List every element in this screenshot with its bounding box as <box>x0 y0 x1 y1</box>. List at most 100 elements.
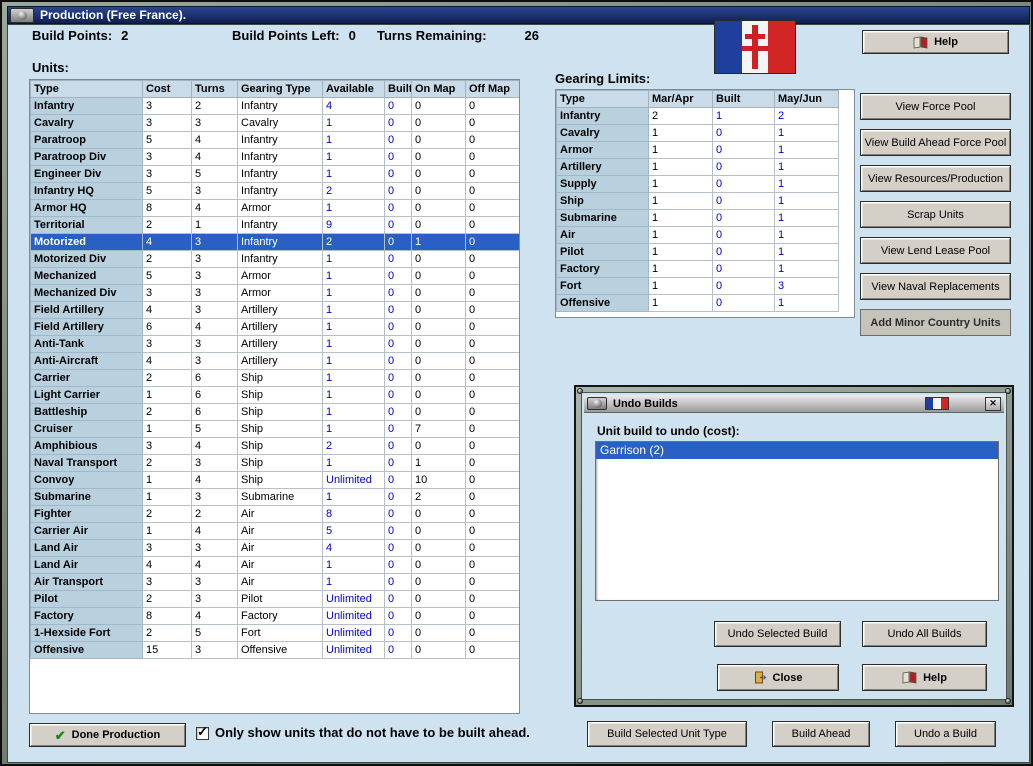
close-door-icon <box>754 671 767 684</box>
gearing-row-submarine[interactable]: Submarine 1 0 1 <box>556 209 839 227</box>
units-cell: 2 <box>191 97 238 115</box>
undo-window-title: Undo Builds <box>613 397 678 410</box>
units-row-infantry-hq[interactable]: Infantry HQ 5 3 Infantry 2 0 0 0 <box>30 182 519 200</box>
units-cell: 0 <box>411 522 466 540</box>
units-cell: 0 <box>411 318 466 336</box>
side-button-add-minor-country-units[interactable]: Add Minor Country Units <box>860 309 1011 336</box>
units-cell: Ship <box>237 386 323 404</box>
units-row-cruiser[interactable]: Cruiser 1 5 Ship 1 0 7 0 <box>30 420 519 438</box>
side-button-view-lend-lease-pool[interactable]: View Lend Lease Pool <box>860 237 1011 264</box>
units-cell: 6 <box>191 403 238 421</box>
units-row-mechanized[interactable]: Mechanized 5 3 Armor 1 0 0 0 <box>30 267 519 285</box>
units-row-pilot[interactable]: Pilot 2 3 Pilot Unlimited 0 0 0 <box>30 590 519 608</box>
units-row-factory[interactable]: Factory 8 4 Factory Unlimited 0 0 0 <box>30 607 519 625</box>
gearing-row-fort[interactable]: Fort 1 0 3 <box>556 277 839 295</box>
units-row-light-carrier[interactable]: Light Carrier 1 6 Ship 1 0 0 0 <box>30 386 519 404</box>
units-cell: 0 <box>411 216 466 234</box>
gearing-row-cavalry[interactable]: Cavalry 1 0 1 <box>556 124 839 142</box>
units-row-offensive[interactable]: Offensive 15 3 Offensive Unlimited 0 0 0 <box>30 641 519 659</box>
units-row-battleship[interactable]: Battleship 2 6 Ship 1 0 0 0 <box>30 403 519 421</box>
undo-close-button[interactable]: Close <box>717 664 839 691</box>
gearing-cell: 1 <box>774 243 839 261</box>
gearing-row-factory[interactable]: Factory 1 0 1 <box>556 260 839 278</box>
gearing-cell: 1 <box>648 277 713 295</box>
undo-selected-build-button[interactable]: Undo Selected Build <box>714 621 841 647</box>
gearing-row-supply[interactable]: Supply 1 0 1 <box>556 175 839 193</box>
gearing-cell: 1 <box>648 175 713 193</box>
undo-all-builds-button[interactable]: Undo All Builds <box>862 621 987 647</box>
gearing-row-ship[interactable]: Ship 1 0 1 <box>556 192 839 210</box>
units-cell: 1 <box>322 114 385 132</box>
units-row-land-air[interactable]: Land Air 3 3 Air 4 0 0 0 <box>30 539 519 557</box>
side-button-view-resources-production[interactable]: View Resources/Production <box>860 165 1011 192</box>
units-cell: 0 <box>384 284 412 302</box>
units-row-paratroop[interactable]: Paratroop 5 4 Infantry 1 0 0 0 <box>30 131 519 149</box>
titlebar[interactable]: Production (Free France). <box>7 6 1030 24</box>
undo-close-x-button[interactable]: ✕ <box>985 396 1001 411</box>
units-cell: 0 <box>411 284 466 302</box>
units-cell: Ship <box>237 403 323 421</box>
units-row-motorized-div[interactable]: Motorized Div 2 3 Infantry 1 0 0 0 <box>30 250 519 268</box>
build-selected-unit-type-button[interactable]: Build Selected Unit Type <box>587 721 747 747</box>
units-cell: 0 <box>384 556 412 574</box>
units-cell: Infantry <box>237 182 323 200</box>
units-cell: 1 <box>322 420 385 438</box>
units-cell: Air <box>237 573 323 591</box>
gearing-cell: 0 <box>712 141 775 159</box>
units-row-1-hexside-fort[interactable]: 1-Hexside Fort 2 5 Fort Unlimited 0 0 0 <box>30 624 519 642</box>
side-button-view-force-pool[interactable]: View Force Pool <box>860 93 1011 120</box>
gearing-row-offensive[interactable]: Offensive 1 0 1 <box>556 294 839 312</box>
gearing-cell: 0 <box>712 243 775 261</box>
units-cell: Anti-Aircraft <box>30 352 143 370</box>
gearing-row-infantry[interactable]: Infantry 2 1 2 <box>556 107 839 125</box>
units-row-carrier-air[interactable]: Carrier Air 1 4 Air 5 0 0 0 <box>30 522 519 540</box>
units-column-cost: Cost <box>142 80 192 98</box>
undo-list-item-garrison-2[interactable]: Garrison (2) <box>596 442 998 459</box>
units-cell: 0 <box>384 641 412 659</box>
units-row-field-artillery[interactable]: Field Artillery 4 3 Artillery 1 0 0 0 <box>30 301 519 319</box>
units-cell: 2 <box>322 437 385 455</box>
units-row-submarine[interactable]: Submarine 1 3 Submarine 1 0 2 0 <box>30 488 519 506</box>
gearing-row-pilot[interactable]: Pilot 1 0 1 <box>556 243 839 261</box>
units-row-paratroop-div[interactable]: Paratroop Div 3 4 Infantry 1 0 0 0 <box>30 148 519 166</box>
filter-checkbox[interactable]: ✓ <box>196 724 209 740</box>
units-cell: 0 <box>384 352 412 370</box>
units-row-territorial[interactable]: Territorial 2 1 Infantry 9 0 0 0 <box>30 216 519 234</box>
build-ahead-button[interactable]: Build Ahead <box>772 721 870 747</box>
units-row-convoy[interactable]: Convoy 1 4 Ship Unlimited 0 10 0 <box>30 471 519 489</box>
undo-titlebar[interactable]: Undo Builds ✕ <box>584 395 1004 413</box>
gearing-row-armor[interactable]: Armor 1 0 1 <box>556 141 839 159</box>
units-row-field-artillery[interactable]: Field Artillery 6 4 Artillery 1 0 0 0 <box>30 318 519 336</box>
done-production-button[interactable]: ✔ Done Production <box>29 723 186 747</box>
units-cell: 1 <box>322 454 385 472</box>
units-row-amphibious[interactable]: Amphibious 3 4 Ship 2 0 0 0 <box>30 437 519 455</box>
units-row-land-air[interactable]: Land Air 4 4 Air 1 0 0 0 <box>30 556 519 574</box>
help-book-icon <box>913 36 928 48</box>
units-row-engineer-div[interactable]: Engineer Div 3 5 Infantry 1 0 0 0 <box>30 165 519 183</box>
undo-a-build-button[interactable]: Undo a Build <box>895 721 996 747</box>
side-button-view-naval-replacements[interactable]: View Naval Replacements <box>860 273 1011 300</box>
units-row-fighter[interactable]: Fighter 2 2 Air 8 0 0 0 <box>30 505 519 523</box>
units-row-mechanized-div[interactable]: Mechanized Div 3 3 Armor 1 0 0 0 <box>30 284 519 302</box>
units-row-air-transport[interactable]: Air Transport 3 3 Air 1 0 0 0 <box>30 573 519 591</box>
units-row-anti-aircraft[interactable]: Anti-Aircraft 4 3 Artillery 1 0 0 0 <box>30 352 519 370</box>
green-check-icon: ✔ <box>54 727 66 743</box>
help-button[interactable]: Help <box>862 30 1009 54</box>
units-row-armor-hq[interactable]: Armor HQ 8 4 Armor 1 0 0 0 <box>30 199 519 217</box>
units-cell: 0 <box>465 556 519 574</box>
undo-help-button[interactable]: Help <box>862 664 987 691</box>
units-row-carrier[interactable]: Carrier 2 6 Ship 1 0 0 0 <box>30 369 519 387</box>
gearing-row-artillery[interactable]: Artillery 1 0 1 <box>556 158 839 176</box>
check-icon: ✓ <box>197 724 208 739</box>
units-row-cavalry[interactable]: Cavalry 3 3 Cavalry 1 0 0 0 <box>30 114 519 132</box>
gearing-cell: 2 <box>774 107 839 125</box>
units-row-naval-transport[interactable]: Naval Transport 2 3 Ship 1 0 1 0 <box>30 454 519 472</box>
gearing-row-air[interactable]: Air 1 0 1 <box>556 226 839 244</box>
side-button-scrap-units[interactable]: Scrap Units <box>860 201 1011 228</box>
units-cell: 1 <box>142 471 192 489</box>
units-row-infantry[interactable]: Infantry 3 2 Infantry 4 0 0 0 <box>30 97 519 115</box>
units-row-motorized[interactable]: Motorized 4 3 Infantry 2 0 1 0 <box>30 233 519 251</box>
side-button-view-build-ahead-force-pool[interactable]: View Build Ahead Force Pool <box>860 129 1011 156</box>
units-row-anti-tank[interactable]: Anti-Tank 3 3 Artillery 1 0 0 0 <box>30 335 519 353</box>
units-cell: Ship <box>237 437 323 455</box>
